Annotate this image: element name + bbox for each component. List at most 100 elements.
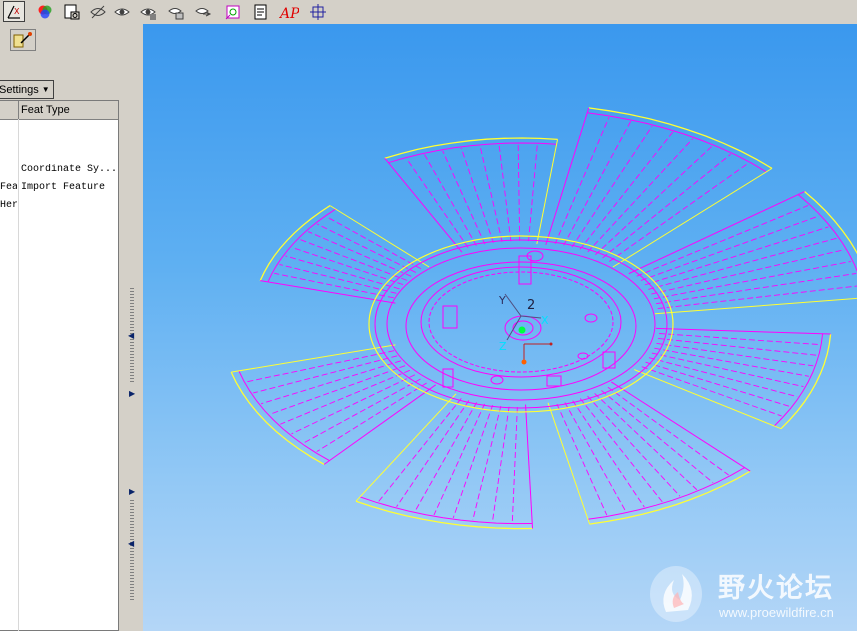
blade-hidden-line	[556, 403, 608, 516]
model-tree: Feat Type Coordinate Sy... Fea Import Fe…	[0, 100, 119, 631]
coordinate-system: Y 2 X Z	[498, 293, 553, 365]
blade-hidden-line	[511, 407, 518, 523]
blade-hidden-line	[285, 255, 400, 290]
spin-center-icon[interactable]	[307, 1, 329, 22]
layer-hide-icon[interactable]	[165, 1, 187, 22]
chevron-left-icon[interactable]: ◀	[128, 332, 134, 340]
blade-hidden-line	[579, 398, 663, 503]
blade-inner-edge	[267, 208, 336, 283]
annotation-display-icon[interactable]: AP	[278, 1, 300, 22]
blade-hidden-line	[433, 403, 485, 516]
svg-text:X: X	[14, 7, 20, 16]
blade-hidden-line	[460, 147, 494, 243]
show-icon[interactable]	[111, 1, 133, 22]
blade-outer-edge	[780, 334, 832, 430]
blade-hidden-line	[498, 144, 512, 242]
chevron-left-icon[interactable]: ◀	[128, 540, 134, 548]
spin-center-marker	[518, 326, 526, 334]
csys-x-label: X	[541, 314, 549, 327]
csys-number-label: 2	[527, 298, 535, 313]
blade-hidden-line	[316, 223, 417, 273]
blade-hidden-line	[326, 216, 422, 270]
chevron-down-icon: ▼	[41, 85, 50, 94]
blade-outer-edge	[384, 137, 558, 159]
blade-hidden-line	[279, 264, 397, 294]
blade-hidden-line	[303, 378, 421, 444]
blade-hidden-line	[640, 215, 819, 281]
blade-hidden-line	[378, 398, 462, 502]
blade-hidden-line	[571, 125, 653, 248]
chevron-right-icon[interactable]: ▶	[129, 488, 135, 496]
blade-outer-edge	[259, 205, 331, 281]
blade-side-edge	[634, 369, 782, 430]
tree-row[interactable]: Fea Import Feature	[0, 182, 118, 198]
save-view-icon[interactable]	[61, 1, 83, 22]
hide-icon[interactable]	[87, 1, 109, 22]
watermark-title: 野火论坛	[718, 573, 834, 604]
splitter-grip	[130, 500, 134, 600]
blade-hidden-line	[564, 402, 627, 512]
show-tree-icon[interactable]	[10, 29, 36, 51]
blade-hidden-line	[659, 333, 820, 345]
blade-hidden-line	[594, 145, 713, 256]
blade-hidden-line	[651, 352, 804, 388]
blade-hidden-line	[396, 400, 470, 508]
pane-splitter[interactable]: ◀ ▶ ▶ ◀	[128, 288, 136, 604]
blade-hidden-line	[528, 144, 538, 242]
blade-hidden-line	[594, 393, 698, 491]
blade-side-edge	[545, 107, 590, 246]
blade-hidden-line	[517, 144, 521, 241]
blade-hidden-line	[406, 158, 469, 248]
blade-hidden-line	[644, 226, 829, 286]
tree-header: Feat Type	[0, 101, 118, 120]
tree-row[interactable]: Her	[0, 200, 118, 216]
blade-hidden-line	[609, 162, 749, 262]
csys-y-label: Y	[498, 294, 506, 307]
blade-inner-edge	[238, 370, 330, 462]
watermark-url: www.proewildfire.cn	[719, 605, 834, 620]
tree-column-header-name[interactable]	[0, 101, 19, 119]
blade-hidden-line	[492, 406, 510, 522]
blade-hidden-line	[657, 285, 857, 309]
blade-hidden-line	[479, 145, 503, 242]
color-appearance-icon[interactable]	[34, 1, 56, 22]
navigator-pane: Settings ▼ Feat Type Coordinate Sy... Fea…	[0, 24, 143, 631]
blade-hidden-line	[554, 116, 610, 244]
axes-display-icon[interactable]: X	[3, 1, 25, 22]
layer-show-icon[interactable]	[192, 1, 214, 22]
blade-side-edge	[628, 191, 805, 275]
datum-display-icon[interactable]	[222, 1, 244, 22]
settings-dropdown[interactable]: Settings ▼	[0, 80, 54, 99]
blade-side-edge	[525, 404, 534, 529]
blade-inner-edge	[587, 112, 767, 173]
blade-hidden-line	[414, 402, 478, 512]
blade-hidden-line	[636, 205, 809, 277]
blade-hidden-line	[269, 365, 406, 415]
blade-side-edge	[323, 384, 437, 465]
blade-inner-edge	[587, 467, 745, 520]
blade-hidden-line	[587, 395, 681, 497]
tree-column-header-feat-type[interactable]: Feat Type	[21, 104, 70, 116]
blade-side-edge	[329, 205, 430, 268]
fan-wireframe-model: Y 2 X Z	[230, 107, 857, 530]
blade-hidden-line	[587, 138, 694, 253]
blade-hidden-line	[253, 355, 398, 394]
forum-logo	[650, 566, 702, 622]
blade-side-edge	[536, 139, 559, 245]
tree-row-name: Her	[0, 200, 17, 211]
blade-hidden-line	[579, 131, 674, 250]
blade-side-edge	[611, 381, 751, 472]
blade-hidden-line	[292, 247, 404, 285]
blade-hidden-line	[657, 338, 817, 356]
visibility-icon[interactable]	[137, 1, 159, 22]
settings-label: Settings	[0, 83, 39, 96]
tree-row[interactable]: Coordinate Sy...	[0, 164, 118, 180]
tree-row-type: Import Feature	[21, 182, 106, 193]
blade-inner-edge	[388, 142, 557, 164]
chevron-right-icon[interactable]: ▶	[129, 390, 135, 398]
blade-hidden-line	[291, 374, 416, 435]
note-display-icon[interactable]	[250, 1, 272, 22]
blade-inner-edge	[773, 333, 824, 427]
blade-hidden-line	[655, 273, 857, 305]
graphics-window[interactable]: Y 2 X Z 野火论坛 www.proewildfire.cn	[143, 24, 857, 631]
